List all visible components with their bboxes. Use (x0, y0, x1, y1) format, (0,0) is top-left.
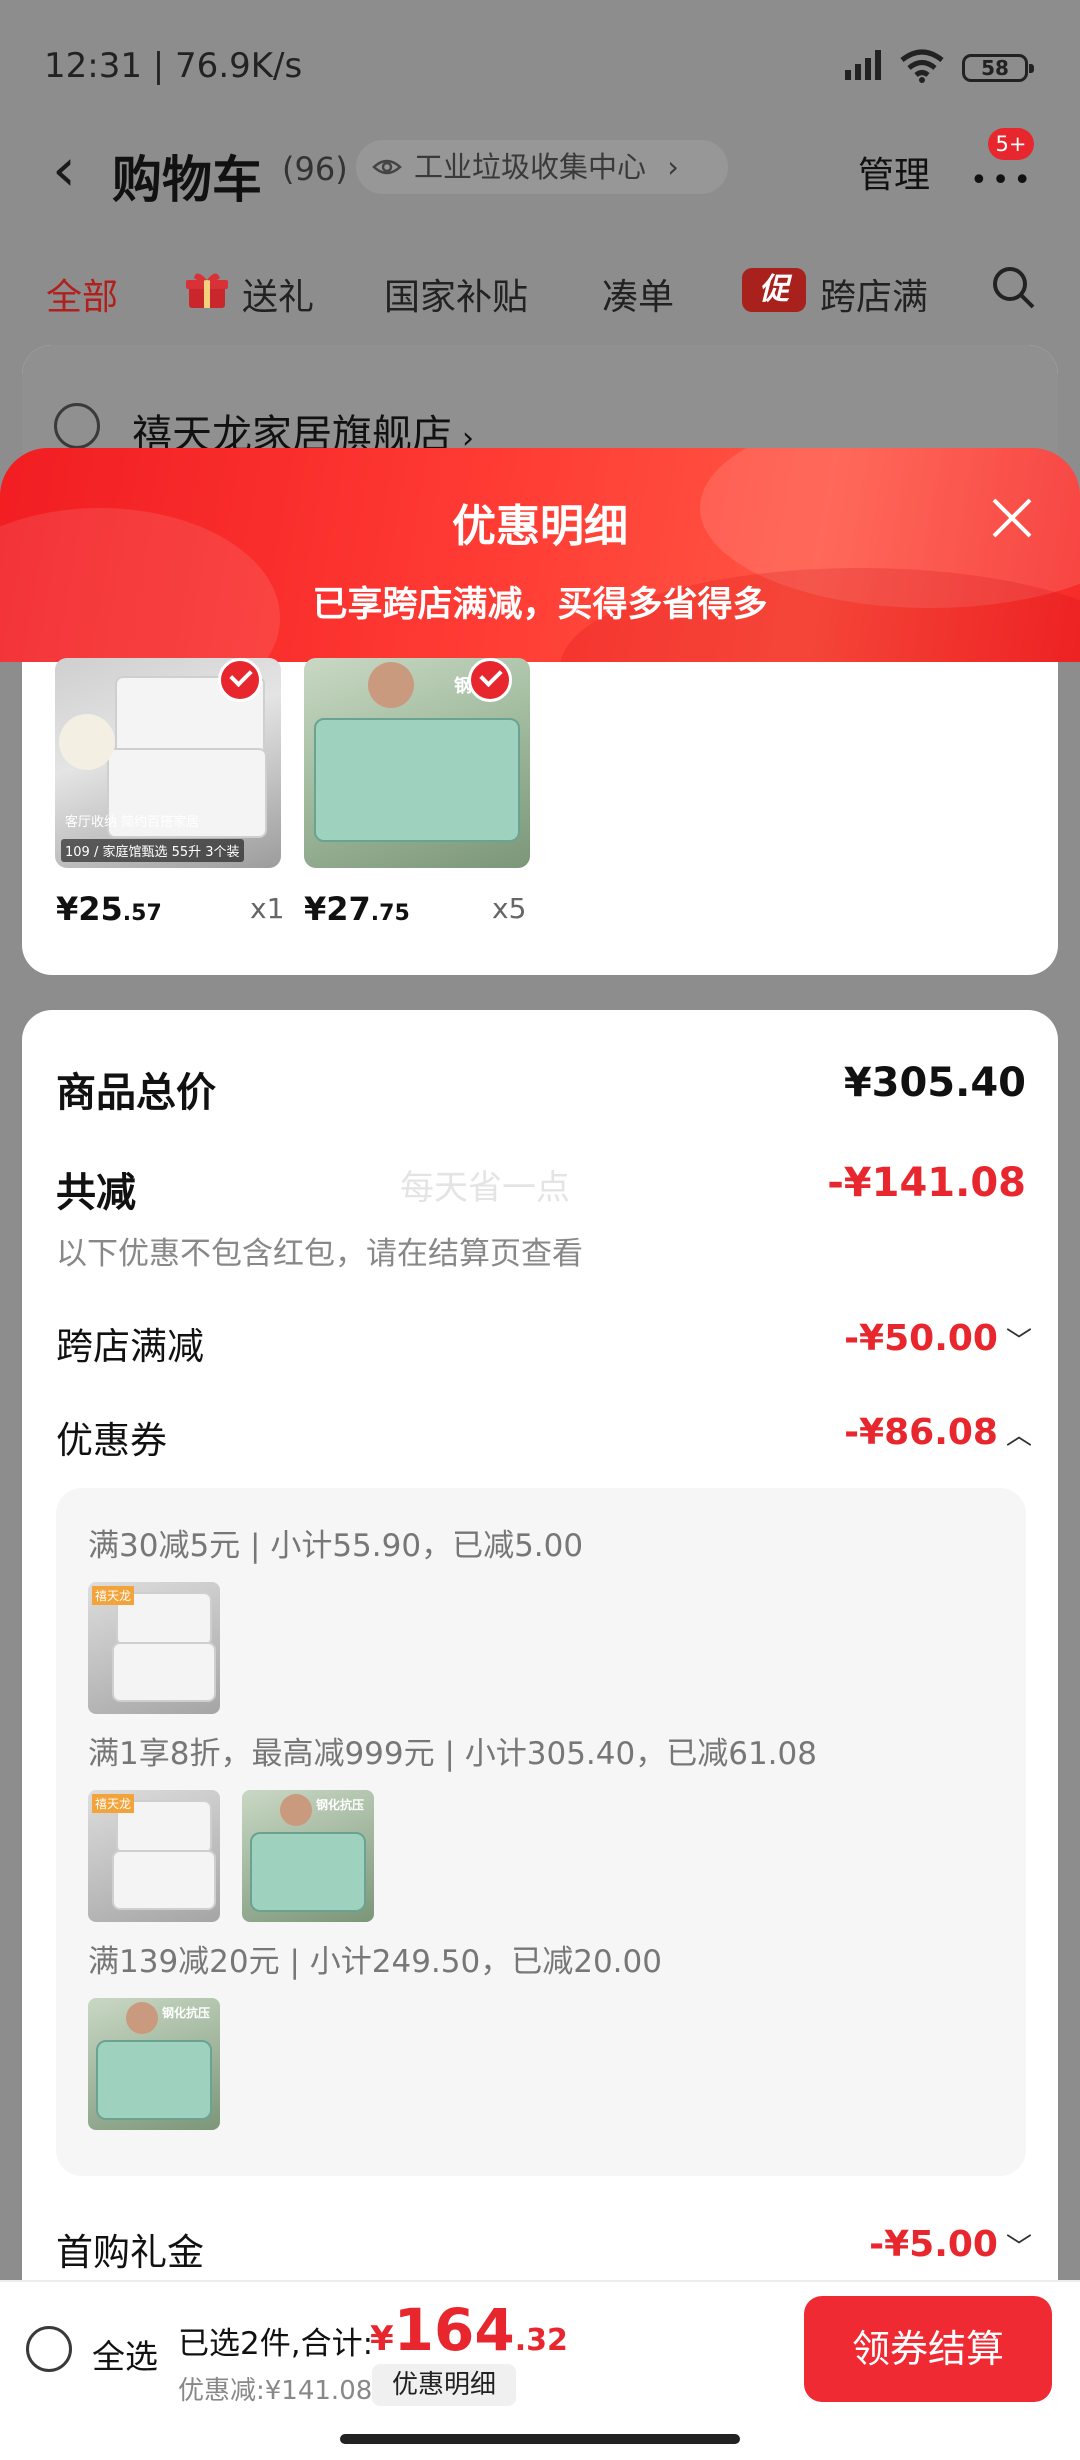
select-all-radio[interactable] (26, 2326, 72, 2372)
product-qty: x1 (250, 892, 285, 925)
coupon-product-thumb: 禧天龙 (88, 1790, 220, 1922)
first-purchase-value[interactable]: -¥5.00 ﹀ (869, 2224, 1032, 2265)
search-icon[interactable] (990, 264, 1038, 312)
battery-icon: 58 (962, 54, 1034, 82)
select-all-label[interactable]: 全选 (92, 2330, 158, 2378)
tab-national-subsidy[interactable]: 国家补贴 (384, 268, 528, 320)
coupon-product-thumb: 禧天龙 (88, 1582, 220, 1714)
coupon-product-thumb: 钢化抗压 (242, 1790, 374, 1922)
store-select-radio[interactable] (54, 403, 100, 449)
watermark: 每天省一点 (400, 1168, 570, 1208)
coupon-rule: 满1享8折，最高减999元 | 小计305.40，已减61.08 (88, 1736, 817, 1772)
close-icon[interactable] (988, 494, 1036, 542)
selected-summary: 已选2件,合计: (178, 2326, 374, 2362)
cross-store-value[interactable]: -¥50.00 ﹀ (844, 1318, 1032, 1359)
coupon-label: 优惠券 (56, 1419, 167, 1462)
coupon-product-thumb: 钢化抗压 (88, 1998, 220, 2130)
redpacket-note: 以下优惠不包含红包，请在结算页查看 (56, 1236, 583, 1272)
product-checkbox[interactable] (218, 658, 262, 702)
gift-icon (186, 273, 228, 308)
discount-summary: 优惠减:¥141.08 (178, 2376, 373, 2406)
discount-panel-header (0, 448, 1080, 662)
product-qty: x5 (492, 892, 527, 925)
coupon-rule: 满30减5元 | 小计55.90，已减5.00 (88, 1528, 584, 1564)
status-time: 12:31 | 76.9K/s (44, 46, 303, 86)
eye-icon (372, 159, 402, 175)
tab-cross-store[interactable]: 跨店满 (820, 268, 938, 320)
product-price: ¥25.57 (56, 890, 162, 928)
coupon-rule: 满139减20元 | 小计249.50，已减20.00 (88, 1944, 662, 1980)
home-indicator[interactable] (340, 2434, 740, 2444)
location-chip[interactable]: 工业垃圾收集中心 › (356, 140, 728, 194)
tab-all[interactable]: 全部 (46, 268, 118, 320)
total-price-label: 商品总价 (56, 1070, 216, 1116)
reduce-label: 共减 (56, 1170, 136, 1216)
promo-icon: 促 (742, 268, 806, 312)
signal-icon (845, 48, 887, 80)
product-price: ¥27.75 (304, 890, 410, 928)
chevron-up-icon: ︿ (1005, 1421, 1032, 1451)
total-amount: ¥164.32 (370, 2296, 568, 2364)
tab-gift[interactable]: 送礼 (242, 268, 314, 320)
wifi-icon (900, 49, 944, 83)
back-chevron-left-icon[interactable]: ‹ (52, 140, 76, 200)
cart-count: (96) (282, 150, 348, 188)
coupon-value[interactable]: -¥86.08 ︿ (844, 1412, 1032, 1453)
page-title: 购物车 (112, 151, 262, 209)
chevron-down-icon: ﹀ (1005, 1327, 1032, 1357)
discount-detail-button[interactable]: 优惠明细 (372, 2364, 516, 2406)
manage-button[interactable]: 管理 (858, 146, 930, 198)
panel-title: 优惠明细 (452, 501, 628, 552)
status-bar: 12:31 | 76.9K/s 58 (0, 0, 1080, 135)
cross-store-label: 跨店满减 (56, 1325, 204, 1368)
panel-subtitle: 已享跨店满减，买得多省得多 (312, 585, 768, 625)
reduce-value: -¥141.08 (827, 1160, 1026, 1206)
message-badge: 5+ (988, 128, 1034, 160)
location-label: 工业垃圾收集中心 (414, 150, 647, 184)
checkout-button[interactable]: 领券结算 (804, 2296, 1052, 2402)
location-arrow: › (667, 150, 679, 184)
more-icon[interactable]: ••• (970, 163, 1035, 198)
tab-add-on[interactable]: 凑单 (602, 268, 674, 320)
chevron-down-icon: ﹀ (1005, 2233, 1032, 2263)
product-checkbox[interactable] (468, 658, 512, 702)
first-purchase-label: 首购礼金 (56, 2231, 204, 2274)
total-price-value: ¥305.40 (843, 1060, 1026, 1106)
